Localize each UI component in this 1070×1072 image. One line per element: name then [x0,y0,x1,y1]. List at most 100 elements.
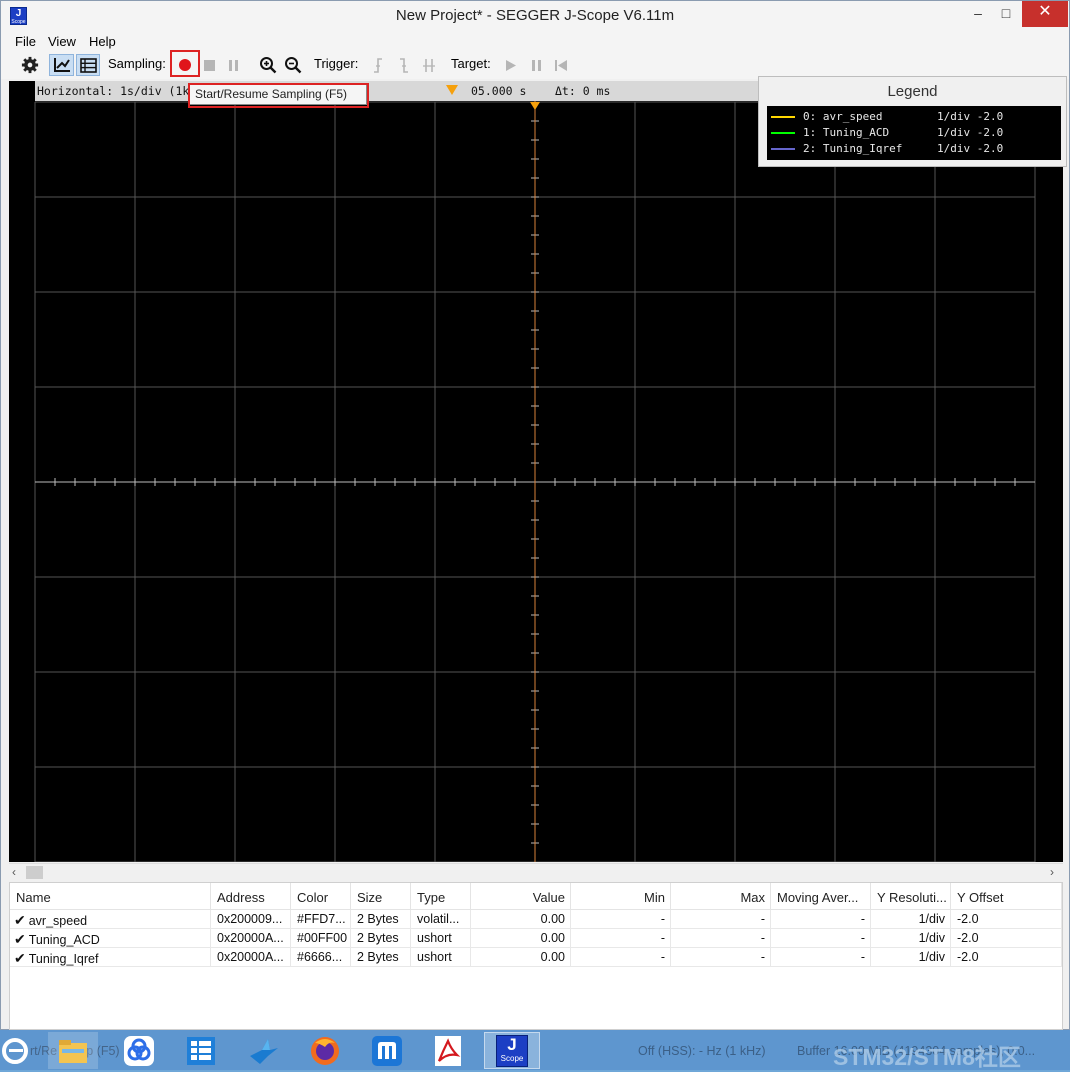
reset-icon [555,59,567,71]
main-window: J Scope New Project* - SEGGER J-Scope V6.… [0,0,1070,1030]
column-header-max[interactable]: Max [671,883,771,910]
scroll-left-icon[interactable]: ‹ [12,865,16,879]
both-edges-icon [423,58,435,72]
cell-color: #FFD7... [291,910,351,929]
column-header-name[interactable]: Name [10,883,211,910]
cell-type: ushort [411,929,471,948]
trigger-falling-button[interactable] [395,54,413,76]
column-header-color[interactable]: Color [291,883,351,910]
scroll-right-icon[interactable]: › [1050,865,1054,879]
checkmark-icon[interactable]: ✔ [14,931,26,947]
pause-icon [531,59,541,71]
taskbar-bird-app[interactable] [239,1032,289,1069]
cell-address: 0x200009... [211,910,291,929]
menu-file[interactable]: File [15,34,36,49]
column-header-address[interactable]: Address [211,883,291,910]
legend-item: 0: avr_speed 1/div -2.0 [767,109,1061,125]
window-title: New Project* - SEGGER J-Scope V6.11m [395,7,675,24]
legend-item-name: 1: Tuning_ACD [803,126,890,139]
column-header-y-resolution[interactable]: Y Resoluti... [871,883,951,910]
graph-view-button[interactable] [49,54,74,76]
checkmark-icon[interactable]: ✔ [14,912,26,928]
menu-view[interactable]: View [48,34,76,49]
table-view-button[interactable] [76,54,100,76]
cell-size: 2 Bytes [351,929,411,948]
legend-title: Legend [887,83,938,100]
scope-plot-area[interactable]: Horizontal: 1s/div (1k 05.000 s Δt: 0 ms [9,81,1063,862]
scrollbar-thumb[interactable] [26,866,43,879]
legend-panel[interactable]: Legend 0: avr_speed 1/div -2.0 1: Tuning… [758,76,1067,167]
column-header-min[interactable]: Min [571,883,671,910]
horizontal-scrollbar[interactable]: ‹ › [9,863,1063,881]
legend-item: 2: Tuning_Iqref 1/div -2.0 [767,141,1061,157]
target-halt-button[interactable] [526,54,546,76]
taskbar-ie[interactable] [0,1032,30,1069]
zoom-out-icon [285,57,302,74]
cell-value: 0.00 [471,929,571,948]
trigger-rising-button[interactable] [369,54,387,76]
trigger-marker-icon[interactable] [445,84,459,96]
trigger-label: Trigger: [314,56,359,71]
zoom-in-button[interactable] [257,54,279,76]
cell-min: - [571,948,671,967]
column-header-type[interactable]: Type [411,883,471,910]
zoom-out-button[interactable] [282,54,304,76]
minimize-button[interactable]: – [963,1,993,27]
taskbar-maxthon[interactable] [362,1032,412,1069]
settings-button[interactable] [19,54,41,76]
pdf-icon [435,1035,461,1066]
target-reset-button[interactable] [551,54,571,76]
stop-sampling-button[interactable] [199,54,219,76]
cell-max: - [671,910,771,929]
list-icon [79,57,97,73]
pause-icon [228,59,238,71]
legend-list: 0: avr_speed 1/div -2.0 1: Tuning_ACD 1/… [767,106,1061,160]
taskbar-cloud-app[interactable] [114,1032,164,1069]
rising-edge-icon [374,57,382,73]
taskbar-explorer[interactable] [48,1032,98,1069]
cell-moving-average: - [771,948,871,967]
cell-name: ✔ Tuning_ACD [10,929,211,948]
zoom-in-icon [260,57,277,74]
legend-item-name: 2: Tuning_Iqref [803,142,903,155]
taskbar: rt/Re Samp (F5) Off (HSS): - Hz (1 kHz) … [0,1030,1070,1070]
cell-y-resolution: 1/div [871,948,951,967]
cell-name: ✔ avr_speed [10,910,211,929]
close-button[interactable]: ✕ [1022,1,1068,27]
menu-help[interactable]: Help [89,34,116,49]
cell-y-offset: -2.0 [951,948,1062,967]
folder-icon [59,1039,87,1063]
legend-item: 1: Tuning_ACD 1/div -2.0 [767,125,1061,141]
cell-type: volatil... [411,910,471,929]
channel-name: avr_speed [28,914,88,928]
taskbar-task-list[interactable] [176,1032,226,1069]
trigger-both-button[interactable] [419,54,439,76]
pause-sampling-button[interactable] [223,54,243,76]
checkmark-icon[interactable]: ✔ [14,950,26,966]
cell-moving-average: - [771,929,871,948]
cell-address: 0x20000A... [211,948,291,967]
taskbar-jscope[interactable]: J Scope [484,1032,540,1069]
legend-item-resolution: 1/div -2.0 [937,110,1004,123]
cell-max: - [671,948,771,967]
taskbar-pdf-reader[interactable] [423,1032,473,1069]
sampling-label: Sampling: [108,56,166,71]
menu-bar: File View Help [1,33,1069,51]
column-header-size[interactable]: Size [351,883,411,910]
cell-min: - [571,910,671,929]
column-header-moving-average[interactable]: Moving Aver... [771,883,871,910]
falling-edge-icon [400,57,408,73]
column-header-value[interactable]: Value [471,883,571,910]
task-list-icon [187,1036,215,1065]
cell-value: 0.00 [471,910,571,929]
time-cursor-value: 05.000 s [471,84,527,98]
target-run-button[interactable] [501,54,521,76]
scope-grid [34,101,1036,862]
cell-color: #6666... [291,948,351,967]
cell-type: ushort [411,948,471,967]
trigger-time-marker [530,102,540,110]
taskbar-firefox[interactable] [300,1032,350,1069]
maximize-button[interactable]: □ [991,1,1021,27]
column-header-y-offset[interactable]: Y Offset [951,883,1062,910]
title-bar[interactable]: J Scope New Project* - SEGGER J-Scope V6.… [1,1,1069,33]
